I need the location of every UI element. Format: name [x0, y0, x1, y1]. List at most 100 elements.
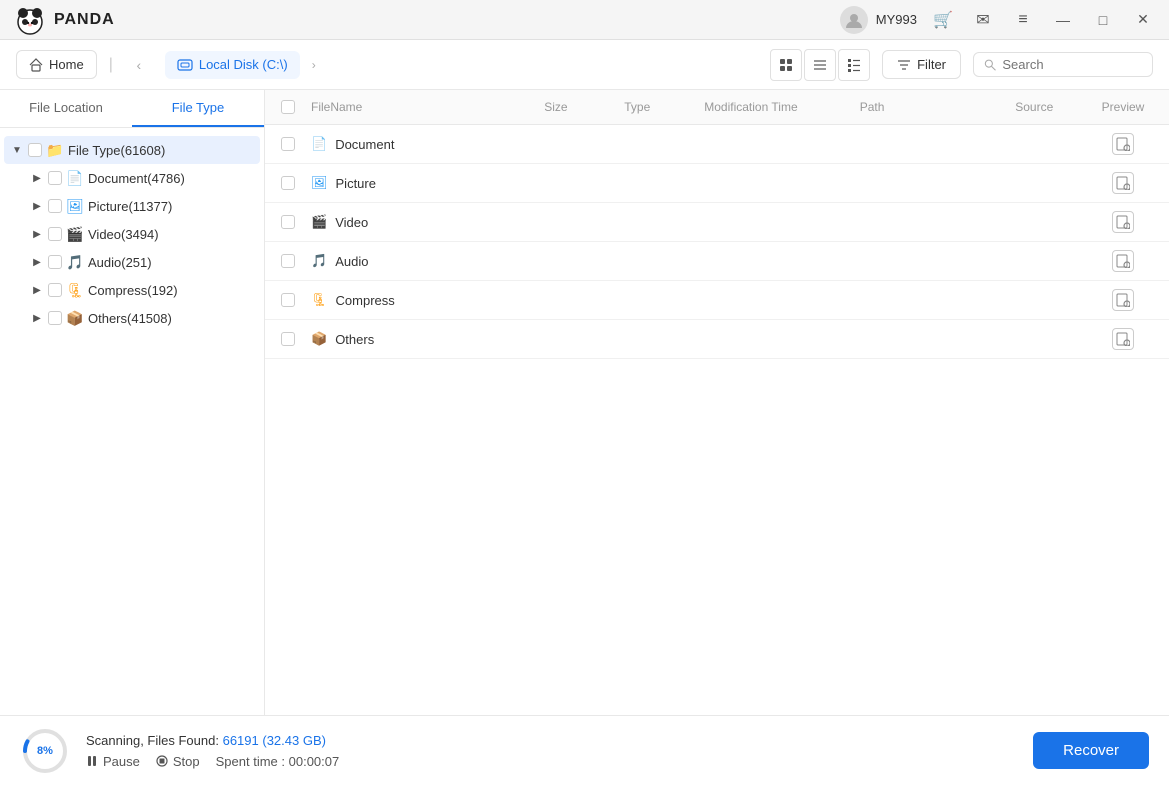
- preview-button-others[interactable]: [1112, 328, 1134, 350]
- tree-item-compress[interactable]: ▶ 🗜 Compress(192): [24, 276, 260, 304]
- audio-checkbox[interactable]: [48, 255, 62, 269]
- table-row[interactable]: 🎬 Video: [265, 203, 1169, 242]
- document-chevron: ▶: [30, 171, 44, 185]
- home-label: Home: [49, 57, 84, 72]
- preview-button-compress[interactable]: [1112, 289, 1134, 311]
- search-icon: [984, 58, 996, 72]
- preview-button-document[interactable]: [1112, 133, 1134, 155]
- list-icon: [847, 58, 861, 72]
- header-checkbox-cell: [281, 100, 311, 114]
- table-row[interactable]: 📄 Document: [265, 125, 1169, 164]
- minimize-button[interactable]: —: [1049, 6, 1077, 34]
- picture-checkbox[interactable]: [48, 199, 62, 213]
- audio-chevron: ▶: [30, 255, 44, 269]
- search-input[interactable]: [1002, 57, 1142, 72]
- row-checkbox-others[interactable]: [281, 332, 295, 346]
- nav-chevron-icon: ›: [312, 58, 316, 72]
- row-others-icon: 📦: [311, 331, 327, 347]
- compress-label: Compress(192): [88, 283, 254, 298]
- file-size-text: (32.43 GB): [262, 733, 326, 748]
- row-checkbox-document[interactable]: [281, 137, 295, 151]
- preview-button-audio[interactable]: [1112, 250, 1134, 272]
- nav-location-disk[interactable]: Local Disk (C:\): [165, 51, 300, 79]
- compress-checkbox[interactable]: [48, 283, 62, 297]
- stop-icon: [156, 755, 168, 767]
- cart-icon[interactable]: 🛒: [929, 6, 957, 34]
- row-checkbox-picture[interactable]: [281, 176, 295, 190]
- title-bar: PANDA MY993 🛒 ✉ ≡ — □ ✕: [0, 0, 1169, 40]
- tab-file-type[interactable]: File Type: [132, 90, 264, 127]
- list-view-button[interactable]: [838, 49, 870, 81]
- nav-divider: |: [109, 56, 113, 74]
- table-row[interactable]: 🖼 Picture: [265, 164, 1169, 203]
- row-video-icon: 🎬: [311, 214, 327, 230]
- video-checkbox[interactable]: [48, 227, 62, 241]
- menu-icon[interactable]: ≡: [1009, 6, 1037, 34]
- tree-item-video[interactable]: ▶ 🎬 Video(3494): [24, 220, 260, 248]
- col-header-path: Path: [860, 100, 1016, 114]
- tab-file-location[interactable]: File Location: [0, 90, 132, 127]
- picture-label: Picture(11377): [88, 199, 254, 214]
- tree-root-label: File Type(61608): [68, 143, 254, 158]
- spent-time-label: Spent time :: [216, 754, 285, 769]
- user-avatar: [840, 6, 868, 34]
- mail-icon[interactable]: ✉: [969, 6, 997, 34]
- status-bar: 8% Scanning, Files Found: 66191 (32.43 G…: [0, 715, 1169, 785]
- tree-item-audio[interactable]: ▶ 🎵 Audio(251): [24, 248, 260, 276]
- document-checkbox[interactable]: [48, 171, 62, 185]
- row-document-name: Document: [335, 137, 394, 152]
- sidebar-tree: ▼ 📁 File Type(61608) ▶ 📄 Document(4786) …: [0, 128, 264, 715]
- recover-button[interactable]: Recover: [1033, 732, 1149, 769]
- sidebar-tabs: File Location File Type: [0, 90, 264, 128]
- grid-view-button[interactable]: [770, 49, 802, 81]
- audio-icon: 🎵: [66, 253, 84, 271]
- maximize-button[interactable]: □: [1089, 6, 1117, 34]
- sidebar: File Location File Type ▼ 📁 File Type(61…: [0, 90, 265, 715]
- filter-icon: [897, 58, 911, 72]
- table-row[interactable]: 📦 Others: [265, 320, 1169, 359]
- spent-time-text: Spent time : 00:00:07: [216, 754, 340, 769]
- picture-chevron: ▶: [30, 199, 44, 213]
- table-row[interactable]: 🎵 Audio: [265, 242, 1169, 281]
- stop-label: Stop: [173, 754, 200, 769]
- home-button[interactable]: Home: [16, 50, 97, 79]
- tree-children: ▶ 📄 Document(4786) ▶ 🖼 Picture(11377) ▶ …: [4, 164, 260, 332]
- tree-item-document[interactable]: ▶ 📄 Document(4786): [24, 164, 260, 192]
- detail-view-button[interactable]: [804, 49, 836, 81]
- user-name-text: MY993: [876, 12, 917, 27]
- row-picture-name: Picture: [336, 176, 376, 191]
- select-all-checkbox[interactable]: [281, 100, 295, 114]
- row-checkbox-compress[interactable]: [281, 293, 295, 307]
- document-label: Document(4786): [88, 171, 254, 186]
- preview-button-video[interactable]: [1112, 211, 1134, 233]
- app-name-text: PANDA: [54, 11, 115, 29]
- close-button[interactable]: ✕: [1129, 6, 1157, 34]
- row-checkbox-video[interactable]: [281, 215, 295, 229]
- tree-item-others[interactable]: ▶ 📦 Others(41508): [24, 304, 260, 332]
- row-compress-icon: 🗜: [311, 292, 328, 308]
- spent-time-value: 00:00:07: [289, 754, 340, 769]
- search-box[interactable]: [973, 52, 1153, 77]
- file-header: FileName Size Type Modification Time Pat…: [265, 90, 1169, 125]
- folder-icon: 📁: [46, 141, 64, 159]
- tree-root-item[interactable]: ▼ 📁 File Type(61608): [4, 136, 260, 164]
- stop-button[interactable]: Stop: [156, 754, 200, 769]
- tree-root-checkbox[interactable]: [28, 143, 42, 157]
- row-checkbox-audio[interactable]: [281, 254, 295, 268]
- preview-button-picture[interactable]: [1112, 172, 1134, 194]
- files-found-text: 66191: [223, 733, 259, 748]
- pause-button[interactable]: Pause: [86, 754, 140, 769]
- table-row[interactable]: 🗜 Compress: [265, 281, 1169, 320]
- scanning-label: Scanning, Files Found:: [86, 733, 219, 748]
- col-header-preview: Preview: [1093, 100, 1153, 114]
- row-compress-name: Compress: [336, 293, 395, 308]
- compress-chevron: ▶: [30, 283, 44, 297]
- audio-label: Audio(251): [88, 255, 254, 270]
- nav-back-button[interactable]: ‹: [125, 51, 153, 79]
- detail-icon: [813, 58, 827, 72]
- col-header-size: Size: [544, 100, 624, 114]
- row-document-icon: 📄: [311, 136, 327, 152]
- others-checkbox[interactable]: [48, 311, 62, 325]
- filter-button[interactable]: Filter: [882, 50, 961, 79]
- tree-item-picture[interactable]: ▶ 🖼 Picture(11377): [24, 192, 260, 220]
